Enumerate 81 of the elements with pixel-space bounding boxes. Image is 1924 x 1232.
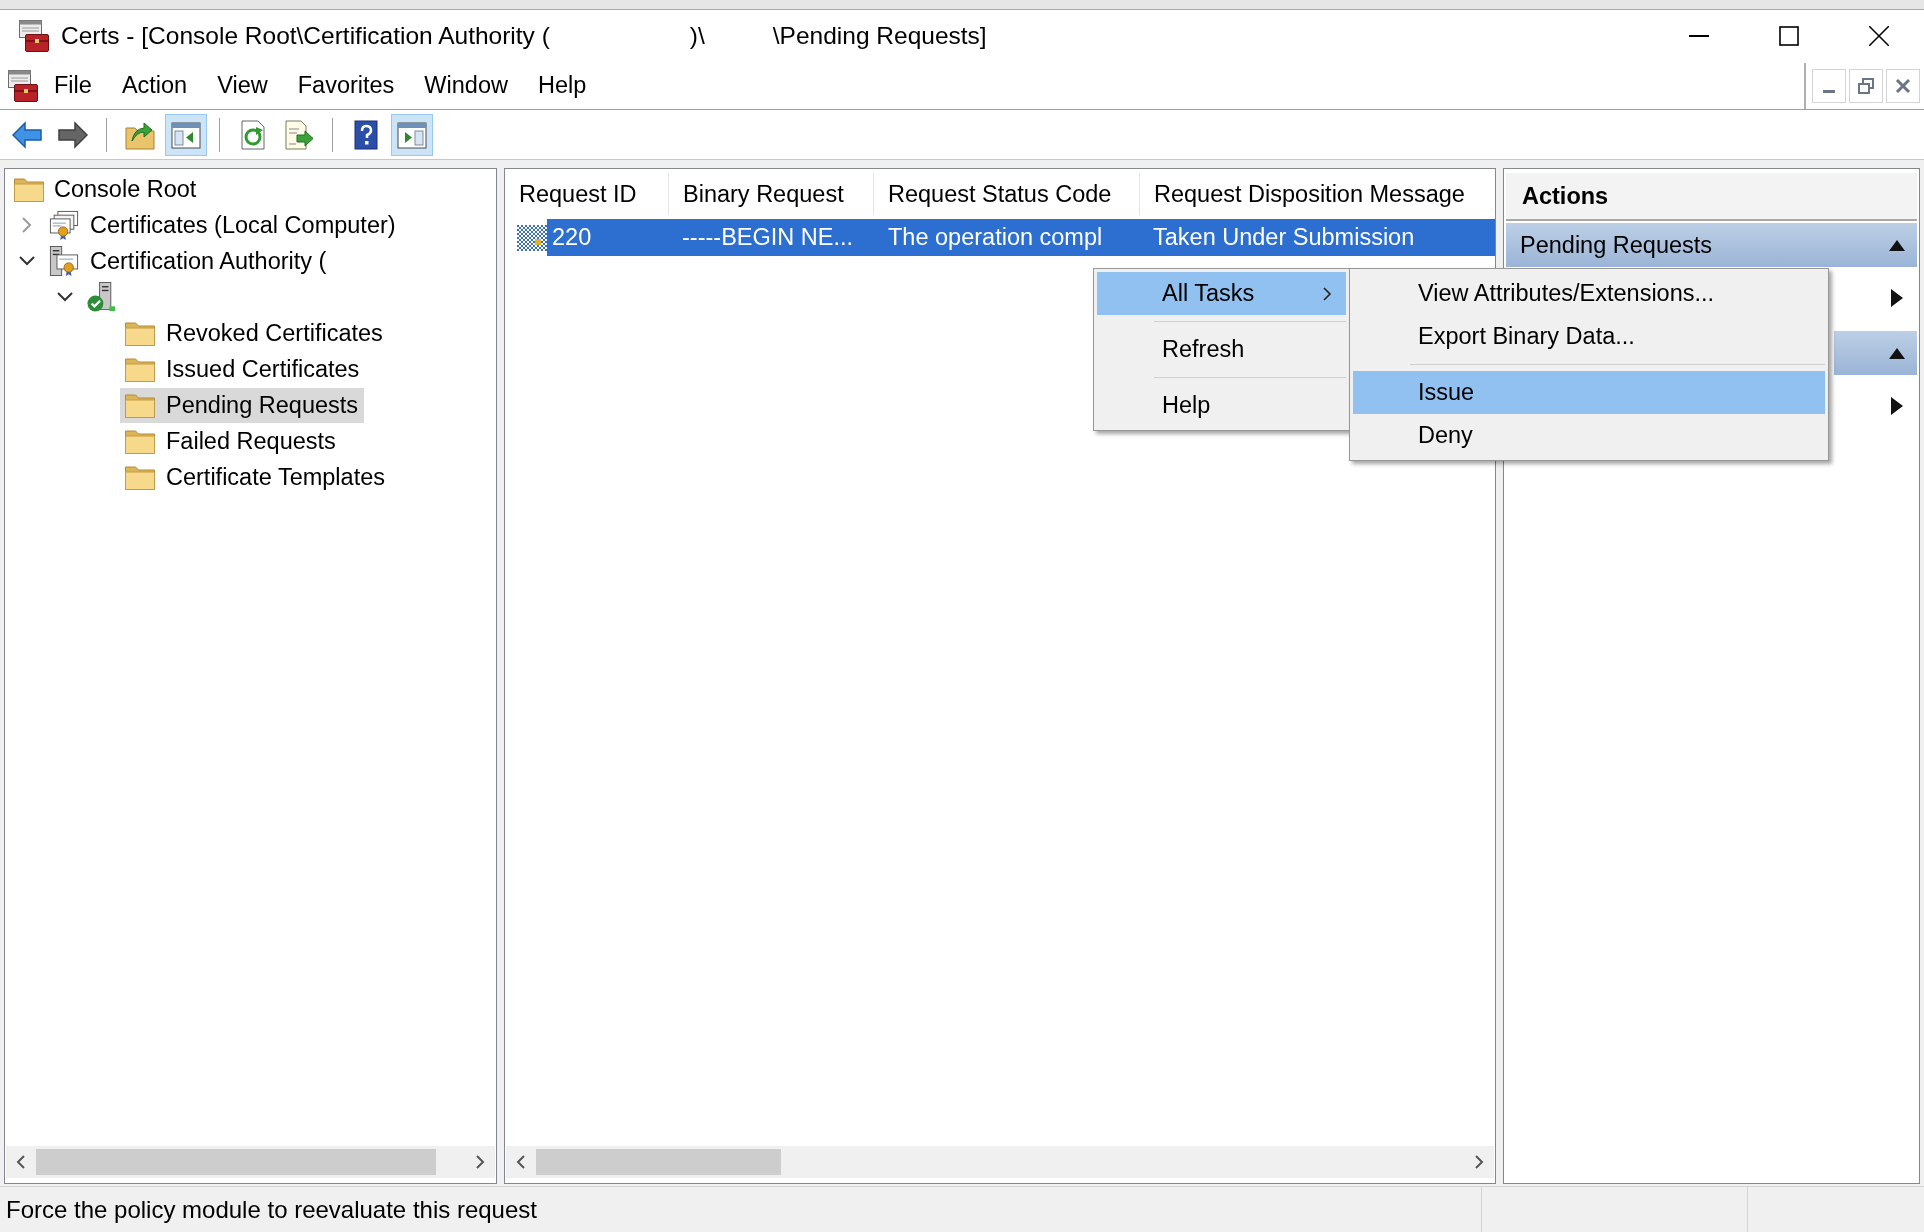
tree-item[interactable]: Console Root <box>9 171 203 207</box>
menu-item[interactable]: File <box>39 66 107 105</box>
window-pane-icon <box>171 119 201 150</box>
child-close-button[interactable] <box>1886 68 1920 103</box>
menu-item[interactable]: View Attributes/Extensions... <box>1353 272 1825 315</box>
show-hide-tree-button[interactable] <box>165 113 207 156</box>
folder-icon <box>125 320 155 346</box>
scrollbar-track[interactable] <box>506 1146 1494 1178</box>
document-arrow-icon <box>284 119 314 150</box>
collapse-triangle-icon[interactable] <box>1889 347 1905 359</box>
table-cell-text: The operation compl <box>887 224 1104 251</box>
request-icon <box>517 224 547 251</box>
window-pane-icon <box>397 119 427 150</box>
section-header[interactable] <box>1834 331 1917 375</box>
help-icon <box>351 119 381 150</box>
list-row[interactable]: 220 -----BEGIN NE... The operation compl Taken Under Submission <box>547 219 1495 256</box>
refresh-icon <box>238 119 268 150</box>
column-header[interactable]: Request Status Code <box>874 173 1140 215</box>
tree-item[interactable]: Certificate Templates <box>120 459 391 495</box>
tree-item[interactable]: Certification Authority ( <box>44 243 333 279</box>
toolbox-icon <box>17 20 49 52</box>
scrollbar-track[interactable] <box>6 1146 495 1178</box>
chevron-right-icon <box>1322 285 1332 302</box>
window-title: \Pending Requests] <box>772 22 987 50</box>
scroll-left-icon[interactable] <box>515 1154 527 1170</box>
maximize-icon <box>1779 26 1799 46</box>
window-title: )\ <box>689 22 705 50</box>
triangle-right-icon[interactable] <box>1891 397 1903 415</box>
certificate-icon <box>49 210 79 240</box>
scroll-right-icon[interactable] <box>474 1154 486 1170</box>
folder-icon <box>125 356 155 382</box>
section-title: Pending Requests <box>1520 231 1713 259</box>
table-cell-text: 220 <box>551 224 593 251</box>
menu-item[interactable]: Deny <box>1353 414 1825 457</box>
menu-item[interactable]: Action <box>106 66 203 105</box>
scrollbar-thumb[interactable] <box>36 1149 436 1175</box>
section-header[interactable]: Pending Requests <box>1506 223 1917 267</box>
folder-arrow-icon <box>125 119 155 150</box>
child-restore-button[interactable] <box>1849 68 1883 103</box>
scroll-right-icon[interactable] <box>1473 1154 1485 1170</box>
minimize-icon <box>1823 90 1835 93</box>
folder-icon <box>125 392 155 418</box>
column-header[interactable]: Request ID <box>505 173 669 215</box>
column-header[interactable]: Binary Request <box>669 173 874 215</box>
folder-icon <box>125 464 155 490</box>
menu-item[interactable]: Issue <box>1353 371 1825 414</box>
tree-item[interactable]: Revoked Certificates <box>120 315 389 351</box>
menu-item[interactable]: Window <box>409 66 523 105</box>
window-title: Certs - [Console Root\Certification Authority ( <box>61 22 550 50</box>
table-cell-text: Taken Under Submission <box>1152 224 1416 251</box>
column-header[interactable]: Request Disposition Message <box>1140 173 1495 215</box>
scroll-left-icon[interactable] <box>15 1154 27 1170</box>
menu-item[interactable]: All Tasks <box>1097 272 1346 315</box>
menu-item[interactable]: Refresh <box>1097 328 1346 371</box>
server-check-icon <box>87 282 115 312</box>
child-minimize-button[interactable] <box>1812 68 1846 103</box>
folder-icon <box>14 176 44 202</box>
close-icon <box>1869 26 1889 46</box>
menu-item[interactable]: Help <box>522 66 602 105</box>
menu-item[interactable]: Export Binary Data... <box>1353 315 1825 358</box>
actions-title: Actions <box>1506 173 1917 221</box>
collapse-triangle-icon[interactable] <box>1889 239 1905 251</box>
tree-item[interactable]: Failed Requests <box>120 423 342 459</box>
scrollbar-thumb[interactable] <box>536 1149 781 1175</box>
forward-arrow-icon <box>58 119 88 150</box>
server-certificate-icon <box>49 246 79 276</box>
folder-icon <box>125 428 155 454</box>
table-cell-text: -----BEGIN NE... <box>681 224 855 251</box>
triangle-right-icon[interactable] <box>1891 289 1903 307</box>
menu-item[interactable]: Help <box>1097 384 1346 427</box>
status-text: Force the policy module to reevaluate this request <box>6 1195 537 1224</box>
tree-item[interactable]: Issued Certificates <box>120 351 366 387</box>
minimize-icon <box>1689 35 1709 37</box>
restore-icon <box>1858 77 1874 94</box>
toolbox-icon <box>6 69 38 102</box>
tree-item[interactable]: Certificates (Local Computer) <box>44 207 402 243</box>
back-arrow-icon <box>12 119 42 150</box>
close-icon <box>1895 77 1911 94</box>
tree-item[interactable]: Pending Requests <box>120 387 365 423</box>
menu-item[interactable]: Favorites <box>282 66 410 105</box>
menu-item[interactable]: View <box>202 66 283 105</box>
